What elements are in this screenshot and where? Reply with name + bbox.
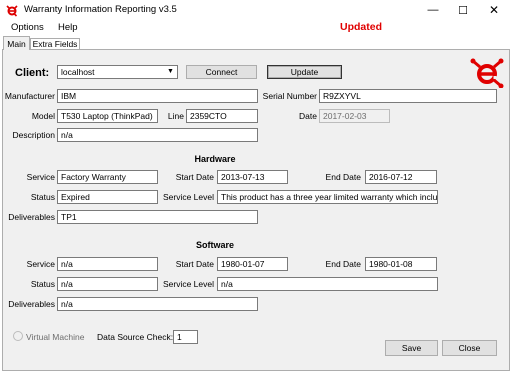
software-service-field[interactable]: n/a <box>57 257 158 271</box>
minimize-button[interactable]: — <box>418 0 448 20</box>
data-source-check-label: Data Source Check: <box>97 332 174 342</box>
software-end-date-label: End Date <box>325 259 361 269</box>
maximize-button[interactable]: ☐ <box>448 0 478 20</box>
manufacturer-label: Manufacturer <box>4 91 55 101</box>
software-service-level-field[interactable]: n/a <box>217 277 438 291</box>
client-label: Client: <box>15 67 50 79</box>
update-button[interactable]: Update <box>267 65 342 79</box>
description-field[interactable]: n/a <box>57 128 258 142</box>
app-logo-icon <box>6 5 18 17</box>
client-select-value: localhost <box>61 67 95 77</box>
hardware-deliverables-label: Deliverables <box>8 212 55 222</box>
status-updated-text: Updated <box>340 21 382 33</box>
software-start-date-field[interactable]: 1980-01-07 <box>217 257 288 271</box>
menu-help[interactable]: Help <box>58 22 78 33</box>
window-title: Warranty Information Reporting v3.5 <box>24 4 177 15</box>
date-label: Date <box>299 111 317 121</box>
data-source-check-field[interactable]: 1 <box>173 330 198 344</box>
hardware-end-date-label: End Date <box>325 172 361 182</box>
software-status-label: Status <box>30 279 55 289</box>
line-field[interactable]: 2359CTO <box>186 109 258 123</box>
hardware-status-field[interactable]: Expired <box>57 190 158 204</box>
date-field: 2017-02-03 <box>319 109 390 123</box>
serial-number-label: Serial Number <box>262 91 317 101</box>
client-select[interactable]: localhost ▼ <box>57 65 178 79</box>
serial-number-field[interactable]: R9ZXYVL <box>319 89 497 103</box>
software-start-date-label: Start Date <box>175 259 214 269</box>
hardware-service-field[interactable]: Factory Warranty <box>57 170 158 184</box>
company-logo-icon <box>470 58 504 88</box>
hardware-start-date-field[interactable]: 2013-07-13 <box>217 170 288 184</box>
software-service-level-label: Service Level <box>162 279 214 289</box>
hardware-heading: Hardware <box>194 154 236 164</box>
hardware-end-date-field[interactable]: 2016-07-12 <box>365 170 437 184</box>
software-service-label: Service <box>26 259 55 269</box>
close-button[interactable]: Close <box>442 340 497 356</box>
software-status-field[interactable]: n/a <box>57 277 158 291</box>
manufacturer-field[interactable]: IBM <box>57 89 258 103</box>
software-deliverables-label: Deliverables <box>8 299 55 309</box>
hardware-status-label: Status <box>30 192 55 202</box>
hardware-deliverables-field[interactable]: TP1 <box>57 210 258 224</box>
save-button[interactable]: Save <box>385 340 438 356</box>
virtual-machine-label: Virtual Machine <box>26 332 85 342</box>
hardware-service-label: Service <box>26 172 55 182</box>
software-end-date-field[interactable]: 1980-01-08 <box>365 257 437 271</box>
model-field[interactable]: T530 Laptop (ThinkPad) <box>57 109 158 123</box>
menu-bar: Options Help Updated <box>0 20 512 36</box>
tab-main[interactable]: Main <box>3 36 30 50</box>
description-label: Description <box>12 130 55 140</box>
title-bar: Warranty Information Reporting v3.5 — ☐ … <box>0 0 512 20</box>
connect-button[interactable]: Connect <box>186 65 257 79</box>
hardware-start-date-label: Start Date <box>175 172 214 182</box>
hardware-service-level-field[interactable]: This product has a three year limited wa… <box>217 190 438 204</box>
software-heading: Software <box>195 240 234 250</box>
menu-options[interactable]: Options <box>11 22 44 33</box>
software-deliverables-field[interactable]: n/a <box>57 297 258 311</box>
model-label: Model <box>31 111 55 121</box>
virtual-machine-radio <box>13 331 23 341</box>
hardware-service-level-label: Service Level <box>162 192 214 202</box>
close-window-button[interactable]: ✕ <box>479 0 509 20</box>
chevron-down-icon[interactable]: ▼ <box>165 67 176 77</box>
line-label: Line <box>167 111 184 121</box>
tab-extra-fields[interactable]: Extra Fields <box>30 38 80 49</box>
